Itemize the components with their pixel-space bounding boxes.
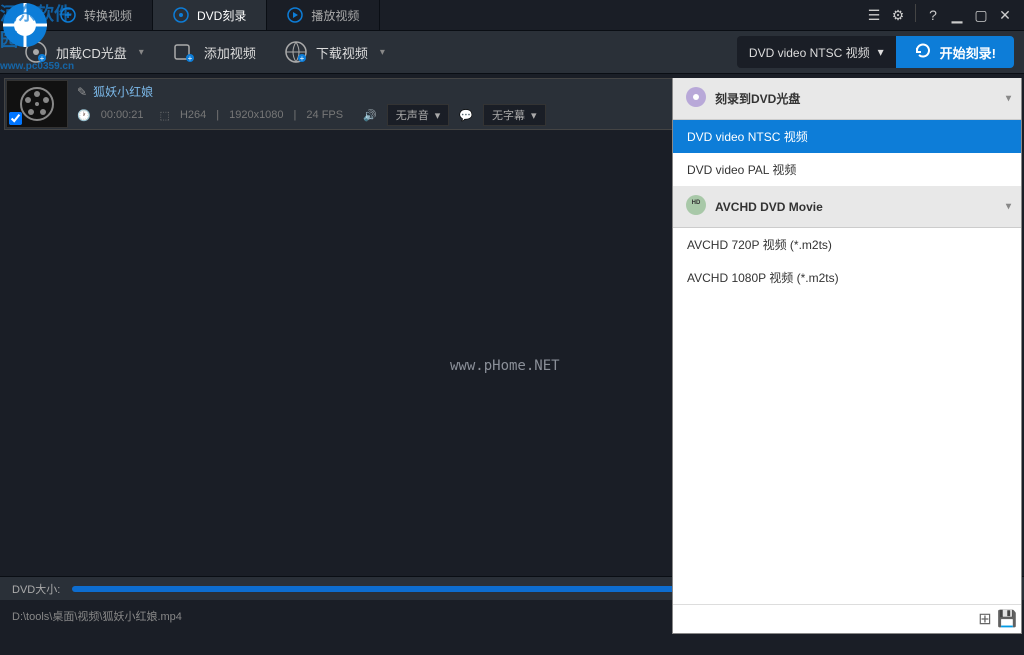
chevron-down-icon: ▾ (380, 47, 385, 58)
minimize-icon[interactable]: ▁ (946, 4, 968, 26)
app-logo: 河东软件园 www.pc0359.cn (0, 0, 50, 50)
dropdown-section-header[interactable]: HD AVCHD DVD Movie ▾ (673, 186, 1021, 228)
maximize-icon[interactable]: ▢ (970, 4, 992, 26)
button-label: 添加视频 (204, 43, 256, 62)
film-icon: + (172, 40, 196, 64)
add-video-button[interactable]: + 添加视频 (158, 34, 270, 70)
globe-icon: + (284, 40, 308, 64)
start-burn-button[interactable]: 开始刻录! (896, 36, 1014, 68)
chevron-down-icon: ▾ (1006, 93, 1011, 104)
svg-text:HD: HD (692, 200, 701, 206)
video-resolution: 1920x1080 (229, 109, 283, 121)
action-bar: DVD video NTSC 视频 ▾ 开始刻录! (737, 36, 1014, 68)
svg-text:+: + (299, 54, 304, 63)
dropdown-item[interactable]: DVD video NTSC 视频 (673, 120, 1021, 153)
dropdown-section-header[interactable]: 刻录到DVD光盘 ▾ (673, 78, 1021, 120)
chevron-down-icon: ▾ (435, 109, 441, 122)
svg-text:+: + (187, 54, 192, 63)
convert-icon (60, 7, 76, 23)
tab-dvd-burn[interactable]: DVD刻录 (153, 0, 267, 30)
download-video-button[interactable]: + 下载视频 ▾ (270, 34, 399, 70)
video-codec: H264 (180, 109, 206, 121)
chevron-down-icon: ▾ (139, 47, 144, 58)
save-icon[interactable]: 💾 (999, 611, 1015, 627)
hd-disc-icon: HD (685, 194, 707, 219)
content-area: ✎ 狐妖小红娘 🕐 00:00:21 ⬚ H264 | 1920x1080 | … (0, 78, 1024, 630)
tab-strip: 转换视频 DVD刻录 播放视频 (0, 0, 380, 30)
video-fps: 24 FPS (306, 109, 343, 121)
size-label: DVD大小: (12, 581, 60, 597)
play-icon (287, 7, 303, 23)
section-title: 刻录到DVD光盘 (715, 90, 800, 107)
video-checkbox[interactable] (9, 112, 22, 125)
subtitle-icon: 💬 (459, 109, 473, 122)
dropdown-item[interactable]: AVCHD 1080P 视频 (*.m2ts) (673, 261, 1021, 294)
chevron-down-icon: ▾ (531, 109, 537, 122)
title-bar: 河东软件园 www.pc0359.cn 转换视频 DVD刻录 播放视频 ☰ ⚙ … (0, 0, 1024, 30)
add-icon[interactable]: ⊞ (977, 611, 993, 627)
audio-value: 无声音 (396, 107, 429, 123)
format-label: DVD video NTSC 视频 (749, 44, 870, 61)
audio-select[interactable]: 无声音 ▾ (387, 104, 450, 126)
refresh-icon (914, 42, 932, 63)
svg-text:+: + (40, 54, 45, 63)
dropdown-item[interactable]: DVD video PAL 视频 (673, 153, 1021, 186)
tab-label: DVD刻录 (197, 7, 246, 24)
window-controls: ☰ ⚙ ? ▁ ▢ ✕ (863, 4, 1024, 26)
menu-icon[interactable]: ☰ (863, 4, 885, 26)
pencil-icon[interactable]: ✎ (77, 85, 87, 99)
button-label: 开始刻录! (940, 43, 996, 62)
video-thumbnail[interactable] (6, 80, 68, 128)
help-icon[interactable]: ? (922, 4, 944, 26)
dropdown-item[interactable]: AVCHD 720P 视频 (*.m2ts) (673, 228, 1021, 261)
chevron-down-icon: ▾ (1006, 201, 1011, 212)
separator (915, 4, 916, 22)
clock-icon: 🕐 (77, 109, 91, 122)
video-title: 狐妖小红娘 (93, 83, 153, 100)
subtitle-value: 无字幕 (492, 107, 525, 123)
button-label: 下载视频 (316, 43, 368, 62)
tab-label: 播放视频 (311, 7, 359, 24)
gear-icon[interactable]: ⚙ (887, 4, 909, 26)
toolbar: + 加载CD光盘 ▾ + 添加视频 + 下载视频 ▾ DVD video NTS… (0, 30, 1024, 74)
section-title: AVCHD DVD Movie (715, 200, 823, 214)
dvd-disc-icon (685, 86, 707, 111)
format-select[interactable]: DVD video NTSC 视频 ▾ (737, 36, 896, 68)
speaker-icon: 🔊 (363, 109, 377, 122)
disc-icon (173, 7, 189, 23)
close-icon[interactable]: ✕ (994, 4, 1016, 26)
watermark-text: www.pHome.NET (450, 358, 560, 374)
tab-label: 转换视频 (84, 7, 132, 24)
tab-play-video[interactable]: 播放视频 (267, 0, 380, 30)
format-dropdown-panel: 刻录到DVD光盘 ▾ DVD video NTSC 视频 DVD video P… (672, 78, 1022, 634)
video-duration: 00:00:21 (101, 109, 144, 121)
file-path: D:\tools\桌面\视频\狐妖小红娘.mp4 (12, 608, 182, 624)
chevron-down-icon: ▾ (878, 45, 884, 59)
button-label: 加载CD光盘 (56, 43, 127, 62)
film-reel-icon (19, 86, 55, 122)
subtitle-select[interactable]: 无字幕 ▾ (483, 104, 546, 126)
